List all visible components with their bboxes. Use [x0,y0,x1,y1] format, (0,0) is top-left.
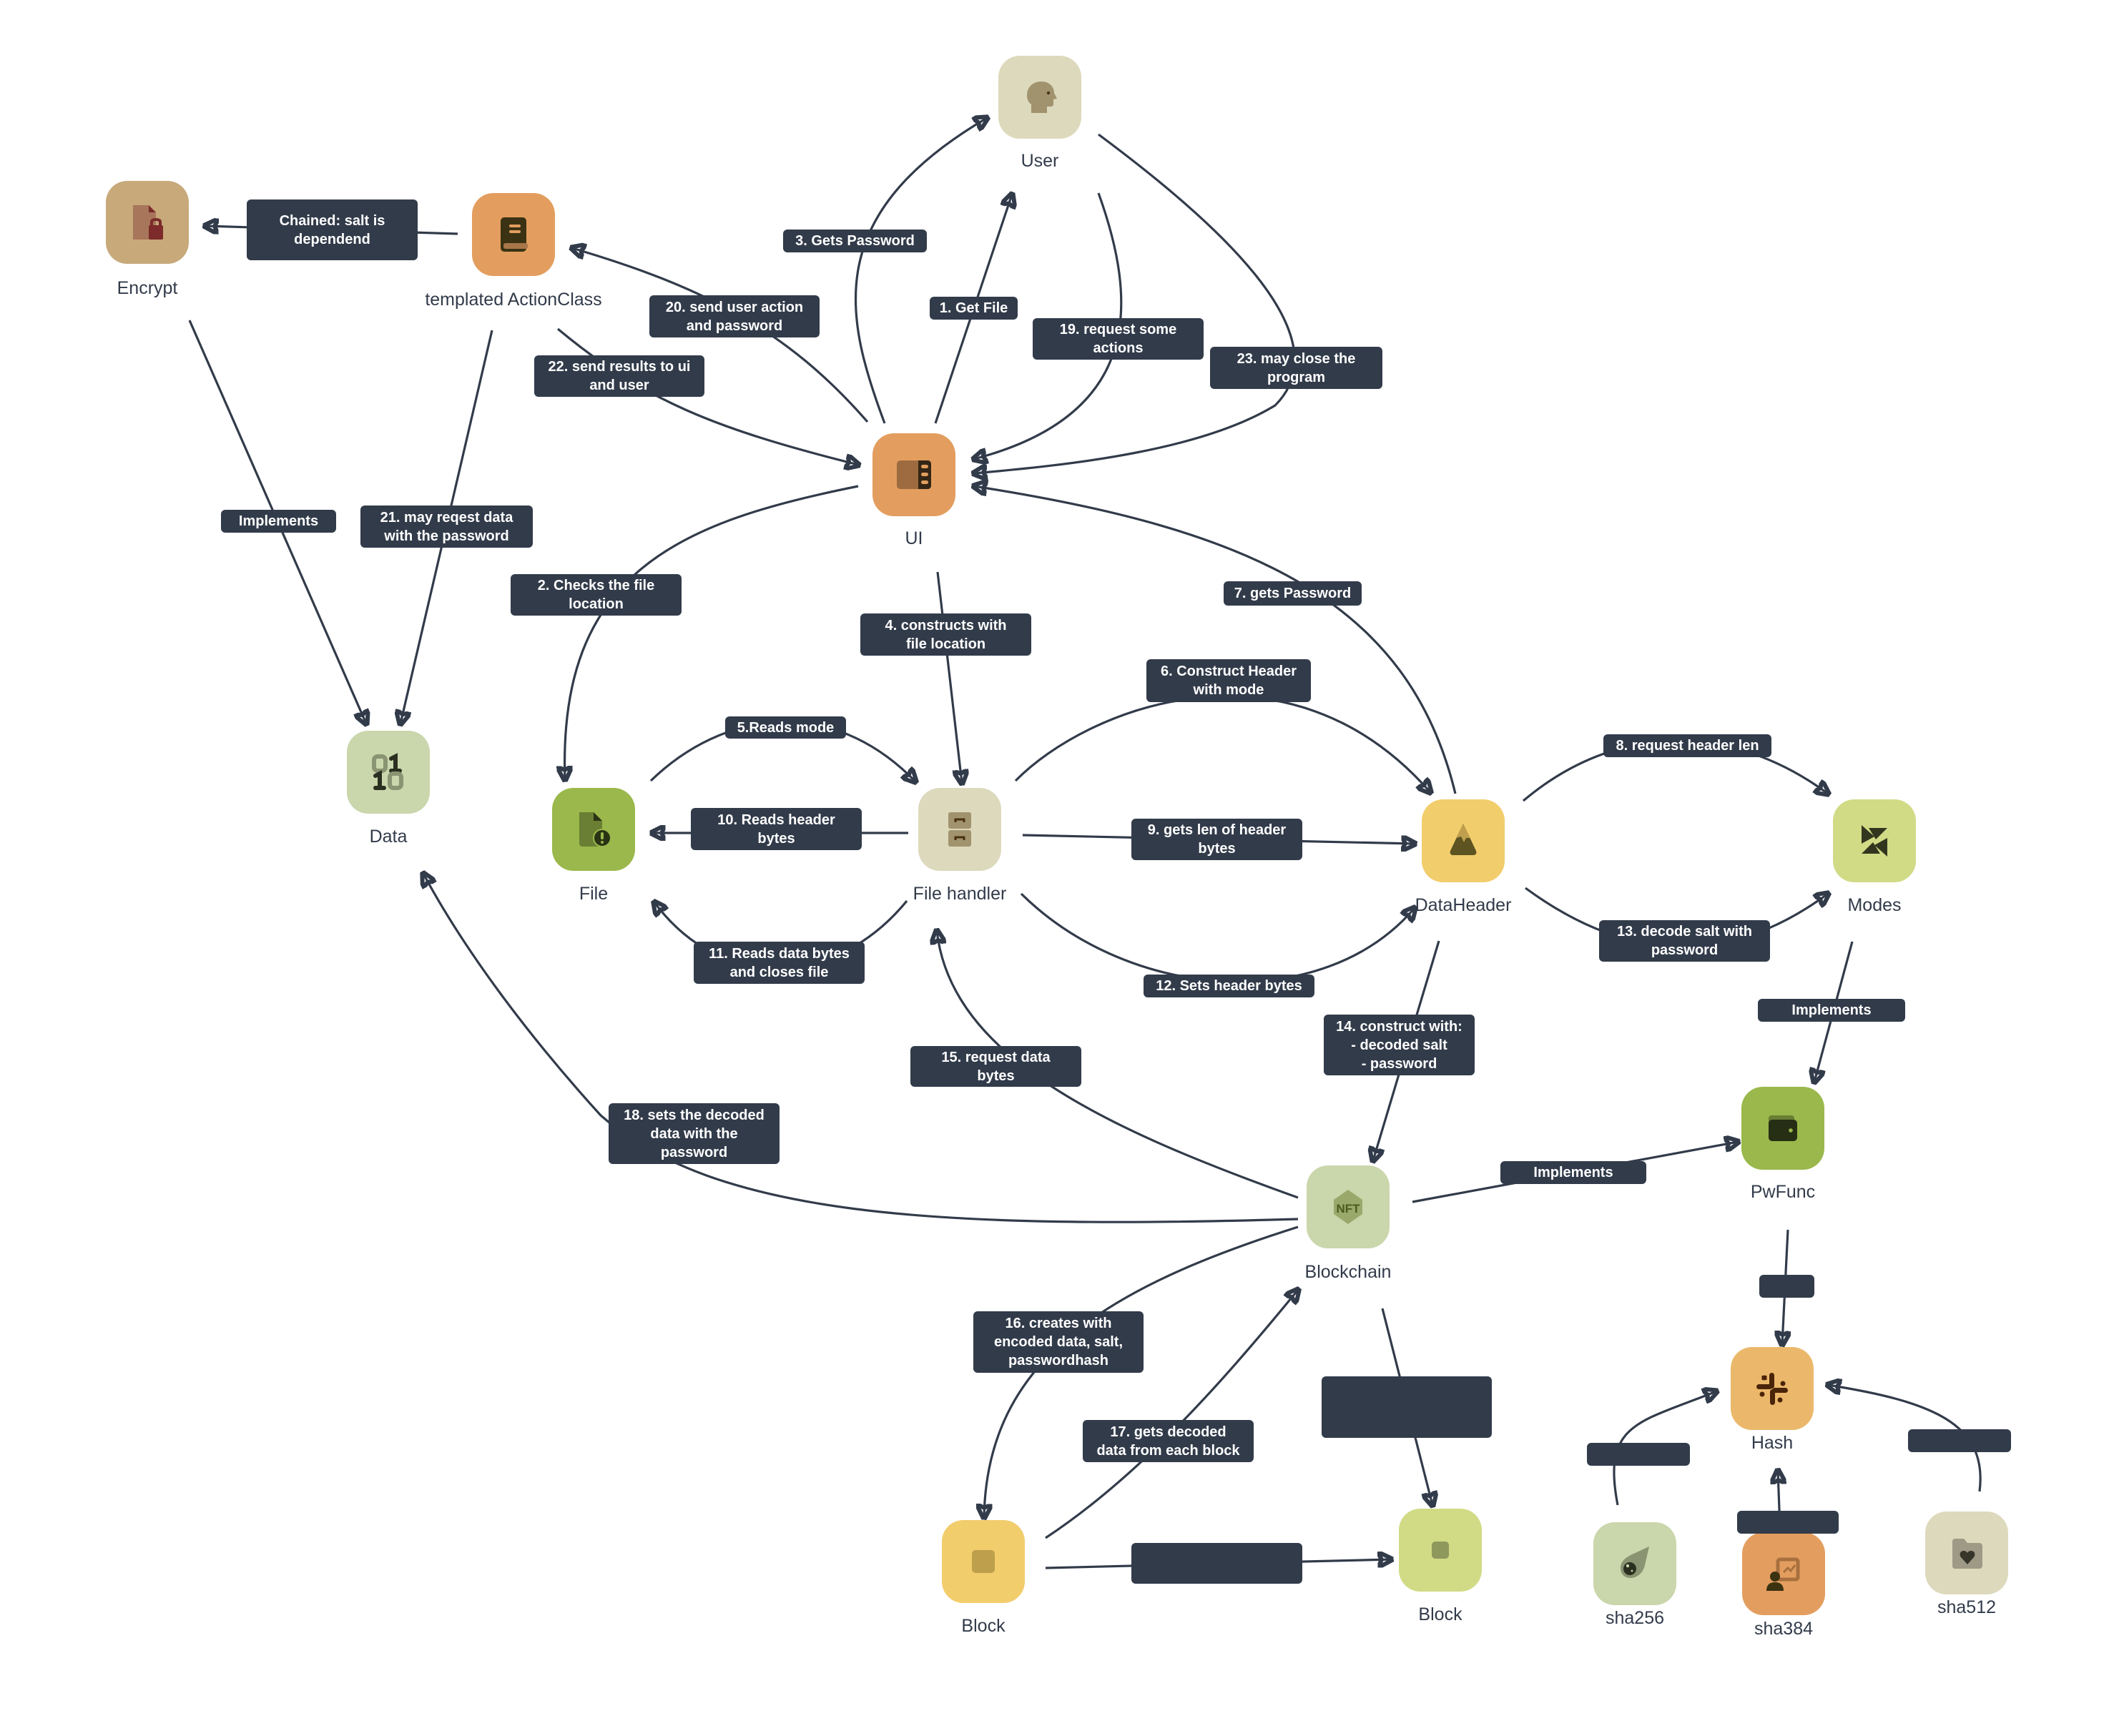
diagram-canvas: User Encrypt templated ActionClass UI Da… [0,0,2114,1736]
svg-text:NFT: NFT [1336,1202,1360,1215]
node-label-data: Data [369,827,408,847]
file-lock-icon [133,205,163,240]
edge-label-eg [1131,1543,1302,1584]
node-pwfunc[interactable] [1741,1087,1824,1170]
edge-label-e8: 8. request header len [1603,734,1771,757]
edge-e4[interactable] [936,571,962,783]
edge-label-ej [1908,1429,2011,1452]
hash-slack-icon [1756,1373,1788,1405]
edge-label-e3: 3. Gets Password [783,230,927,252]
node-sha384[interactable] [1742,1532,1825,1615]
node-file-handler[interactable] [918,788,1001,871]
edge-label-e6: 6. Construct Header with mode [1146,659,1311,702]
node-file[interactable] [552,788,635,871]
edge-label-ed: Implements [1500,1161,1646,1184]
edge-label-eb: Implements [221,510,336,533]
sidebar-panel-icon [897,460,931,489]
node-label-user: User [1021,151,1059,171]
file-alert-icon [579,812,611,847]
edge-label-e10: 10. Reads header bytes [691,808,862,850]
node-sha256[interactable] [1593,1522,1676,1605]
edge-label-e17: 17. gets decoded data from each block [1083,1420,1254,1462]
user-head-icon [1027,82,1057,113]
edge-label-e16: 16. creates with encoded data, salt, pas… [973,1311,1144,1373]
edge-e3[interactable] [854,118,987,424]
node-data[interactable] [347,731,430,814]
node-label-ui: UI [905,528,923,548]
node-modes[interactable] [1833,799,1916,882]
edge-label-e23: 23. may close the program [1210,347,1382,389]
node-encrypt[interactable] [106,181,189,264]
presenter-chart-icon [1766,1557,1800,1591]
edge-label-ef [1322,1376,1492,1438]
edges-layer [188,0,1982,1569]
edge-label-ea: Chained: salt is dependend [247,199,418,260]
mountain-icon [1450,824,1477,855]
node-label-file: File [579,884,609,904]
node-data-header[interactable] [1422,799,1505,882]
edge-label-e5: 5.Reads mode [725,716,846,739]
edge-e23[interactable] [974,133,1296,473]
node-label-sha512: sha512 [1937,1597,1997,1617]
edge-label-ee [1759,1275,1814,1298]
edge-e6[interactable] [1014,695,1430,792]
edge-label-e11: 11. Reads data bytes and closes file [694,942,865,984]
cabinet-drawers-icon [948,812,971,847]
edge-label-ei [1737,1511,1839,1534]
node-label-blockchain: Blockchain [1304,1262,1392,1282]
edge-label-e14: 14. construct with: - decoded salt - pas… [1324,1015,1475,1075]
edge-label-e22: 22. send results to ui and user [534,355,704,397]
pinwheel-icon [1862,825,1887,857]
node-label-action-class: templated ActionClass [425,290,602,310]
node-label-file-handler: File handler [913,884,1007,904]
edge-label-e1: 1. Get File [930,297,1018,320]
edge-label-e4: 4. constructs with file location [860,613,1031,656]
edge-label-e15: 15. request data bytes [910,1046,1081,1087]
edge-label-e20: 20. send user action and password [649,295,820,337]
edge-label-e7: 7. gets Password [1224,581,1362,606]
node-label-block-1: Block [961,1616,1006,1636]
edge-label-e12: 12. Sets header bytes [1144,975,1314,997]
wallet-icon [1769,1115,1797,1141]
node-action-class[interactable] [472,193,555,276]
binary-icon [372,753,403,790]
node-ui[interactable] [872,433,955,516]
edge-label-e9: 9. gets len of header bytes [1131,819,1302,860]
edge-label-eh [1587,1443,1690,1466]
node-hash[interactable] [1731,1347,1814,1430]
book-icon [501,217,528,252]
square-icon [1432,1542,1449,1559]
node-label-encrypt: Encrypt [117,278,178,298]
meteor-icon [1621,1547,1649,1578]
edge-label-ec: Implements [1758,999,1905,1022]
folder-heart-icon [1952,1539,1982,1569]
square-icon [972,1550,995,1573]
node-user[interactable] [998,56,1081,139]
edge-label-e21: 21. may reqest data with the password [360,505,533,548]
edge-e12[interactable] [1020,892,1415,983]
node-block-1[interactable] [942,1520,1025,1603]
node-label-hash: Hash [1751,1433,1794,1453]
node-label-sha256: sha256 [1605,1608,1665,1628]
node-sha512[interactable] [1925,1511,2008,1594]
edge-label-e2: 2. Checks the file location [511,574,682,616]
node-label-pwfunc: PwFunc [1750,1182,1816,1202]
node-block-2[interactable] [1399,1509,1482,1592]
edge-e22[interactable] [556,327,858,465]
node-label-sha384: sha384 [1754,1619,1814,1639]
edge-label-e18: 18. sets the decoded data with the passw… [609,1103,780,1164]
edge-e18[interactable] [423,874,1299,1223]
edge-label-e19: 19. request some actions [1033,318,1204,360]
edge-label-e13: 13. decode salt with password [1599,920,1770,962]
node-blockchain[interactable]: NFT [1307,1165,1390,1248]
node-label-block-2: Block [1418,1604,1462,1624]
node-label-data-header: DataHeader [1415,895,1512,915]
nft-hexagon-icon: NFT [1334,1190,1362,1224]
node-label-modes: Modes [1847,895,1902,915]
